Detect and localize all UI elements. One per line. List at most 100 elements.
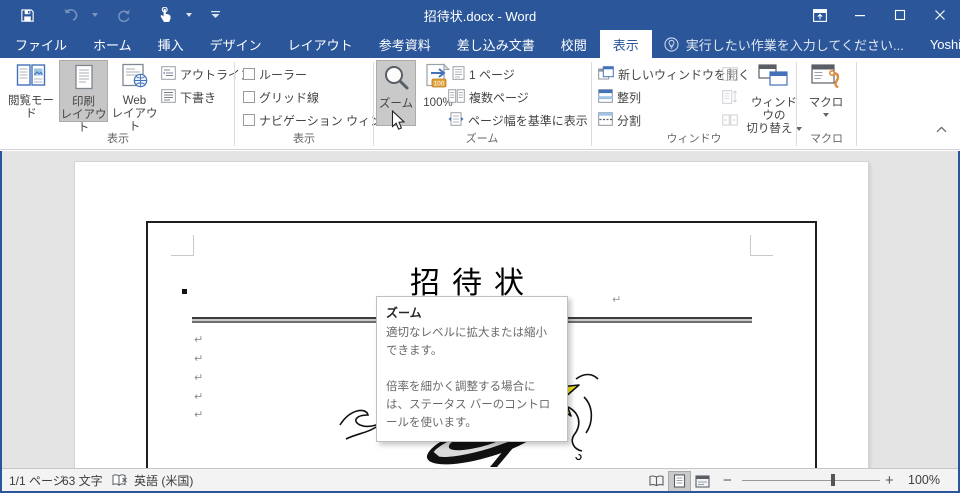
web-layout-label-1: Web <box>122 95 147 107</box>
arrange-icon <box>598 88 613 106</box>
views-group-label: 表示 <box>107 133 129 145</box>
word-count[interactable]: 63 文字 <box>62 469 103 491</box>
touch-mode-icon[interactable] <box>150 0 180 30</box>
multiple-pages-label: 複数ページ <box>469 90 529 105</box>
show-group-label: 表示 <box>293 133 315 145</box>
read-mode-view-icon[interactable] <box>645 471 668 492</box>
split-button[interactable]: 分割 <box>598 110 641 130</box>
zoom-slider-thumb[interactable] <box>831 474 835 486</box>
macro-icon <box>810 63 842 95</box>
tab-home[interactable]: ホーム <box>80 30 145 58</box>
tell-me-box[interactable]: 実行したい作業を入力してください... <box>652 30 916 58</box>
document-canvas[interactable]: 招待状 ↵ ↵ ↵ ↵ ↵ ↵ ズーム 適切なレベルに拡大または縮小できます。 … <box>0 151 960 468</box>
margin-crop-mark <box>750 255 773 256</box>
arrange-all-button[interactable]: 整列 <box>598 87 641 107</box>
proofing-book-icon[interactable] <box>112 469 128 491</box>
reset-position-icon[interactable] <box>722 110 738 130</box>
customize-qat-icon[interactable] <box>206 0 224 30</box>
web-layout-icon <box>121 63 149 93</box>
ribbon-display-options-icon[interactable] <box>800 0 840 30</box>
collapse-ribbon-chevron[interactable] <box>936 124 947 136</box>
page-width-icon <box>448 111 464 129</box>
outline-icon <box>161 65 176 83</box>
split-icon <box>598 111 613 129</box>
maximize-icon[interactable] <box>880 0 920 30</box>
group-separator <box>591 62 592 146</box>
save-icon[interactable] <box>12 0 42 30</box>
draft-icon <box>161 88 176 106</box>
tab-review[interactable]: 校閲 <box>548 30 600 58</box>
tab-layout[interactable]: レイアウト <box>275 30 366 58</box>
group-separator <box>856 62 857 146</box>
switch-windows-label-1: ウィンドウの <box>751 97 797 122</box>
switch-windows-button[interactable]: ウィンドウの 切り替え <box>746 60 802 135</box>
multiple-pages-button[interactable]: 複数ページ <box>448 87 529 107</box>
redo-icon[interactable] <box>108 0 138 30</box>
tab-mailings[interactable]: 差し込み文書 <box>444 30 548 58</box>
zoom-slider-track[interactable] <box>742 480 880 481</box>
minimize-icon[interactable] <box>840 0 880 30</box>
macros-button[interactable]: マクロ <box>801 60 851 126</box>
print-layout-view-icon[interactable] <box>668 470 691 492</box>
ribbon-tab-row: ファイル ホーム 挿入 デザイン レイアウト 参考資料 差し込み文書 校閲 表示… <box>0 30 960 58</box>
undo-icon[interactable] <box>56 0 86 30</box>
read-mode-button[interactable]: 閲覧モード <box>4 60 58 122</box>
one-page-button[interactable]: 1 ページ <box>452 64 515 84</box>
one-page-label: 1 ページ <box>469 67 515 82</box>
page-width-button[interactable]: ページ幅を基準に表示 <box>448 110 588 130</box>
web-layout-view-icon[interactable] <box>691 471 714 492</box>
touch-mode-caret-icon[interactable] <box>180 0 198 30</box>
new-window-icon <box>598 65 614 83</box>
gridlines-checkbox[interactable]: グリッド線 <box>243 87 319 107</box>
zoom-out-button[interactable]: − <box>723 469 732 491</box>
draft-button[interactable]: 下書き <box>161 87 216 107</box>
ruler-checkbox-box <box>243 68 255 80</box>
tab-references[interactable]: 参考資料 <box>366 30 444 58</box>
zoom-in-button[interactable]: + <box>885 469 894 491</box>
margin-crop-mark <box>193 235 194 256</box>
sync-scroll-icon[interactable] <box>722 87 738 107</box>
ruler-checkbox[interactable]: ルーラー <box>243 64 307 84</box>
arrange-all-label: 整列 <box>617 90 642 105</box>
language-indicator[interactable]: 英語 (米国) <box>134 469 193 491</box>
macros-group-label: マクロ <box>810 133 843 145</box>
print-layout-icon <box>73 64 95 94</box>
status-bar: 1/1 ページ 63 文字 英語 (米国) − + 100% <box>0 468 960 493</box>
zoom-magnifier-icon <box>382 64 410 96</box>
dropdown-caret-icon <box>823 113 829 117</box>
zoom-tooltip: ズーム 適切なレベルに拡大または縮小できます。 倍率を細かく調整する場合には、ス… <box>376 296 568 442</box>
tab-file[interactable]: ファイル <box>2 30 80 58</box>
split-label: 分割 <box>617 113 642 128</box>
undo-caret-icon[interactable] <box>86 0 104 30</box>
draft-label: 下書き <box>180 90 217 105</box>
close-icon[interactable] <box>920 0 960 30</box>
zoom-group-label: ズーム <box>465 133 499 145</box>
tell-me-placeholder: 実行したい作業を入力してください... <box>685 37 904 53</box>
tooltip-body-1: 適切なレベルに拡大または縮小できます。 <box>386 327 547 357</box>
zoom-level[interactable]: 100% <box>908 469 940 491</box>
window-controls <box>800 0 960 30</box>
tab-insert[interactable]: 挿入 <box>145 30 197 58</box>
ribbon: 閲覧モード 印刷 レイアウト Web レイアウト アウトライン 下書き 表示 ル… <box>0 58 960 150</box>
quick-access-toolbar <box>0 0 224 30</box>
print-layout-button[interactable]: 印刷 レイアウト <box>59 60 108 134</box>
account-name[interactable]: Yoshie Koha… <box>916 30 960 58</box>
word-window: 招待状.docx - Word ファイル ホーム 挿入 デザイン レイアウト 参… <box>0 0 960 493</box>
web-layout-button[interactable]: Web レイアウト <box>110 60 159 133</box>
paragraph-mark: ↵ <box>194 334 204 346</box>
one-page-icon <box>452 65 465 83</box>
read-mode-icon <box>16 63 46 93</box>
margin-crop-mark <box>171 255 194 256</box>
tab-view[interactable]: 表示 <box>599 30 652 58</box>
outline-button[interactable]: アウトライン <box>161 64 252 84</box>
print-layout-label-1: 印刷 <box>72 96 95 108</box>
page-width-label: ページ幅を基準に表示 <box>468 113 588 128</box>
window-group-label: ウィンドウ <box>666 133 722 145</box>
view-side-by-side-icon[interactable] <box>722 64 738 84</box>
tooltip-gap <box>386 360 558 378</box>
tab-design[interactable]: デザイン <box>197 30 275 58</box>
tooltip-body-2: 倍率を細かく調整する場合には、ステータス バーのコントロールを使います。 <box>386 381 551 429</box>
outline-label: アウトライン <box>180 67 253 82</box>
page-indicator[interactable]: 1/1 ページ <box>9 469 65 491</box>
navigation-pane-checkbox-box <box>243 114 255 126</box>
